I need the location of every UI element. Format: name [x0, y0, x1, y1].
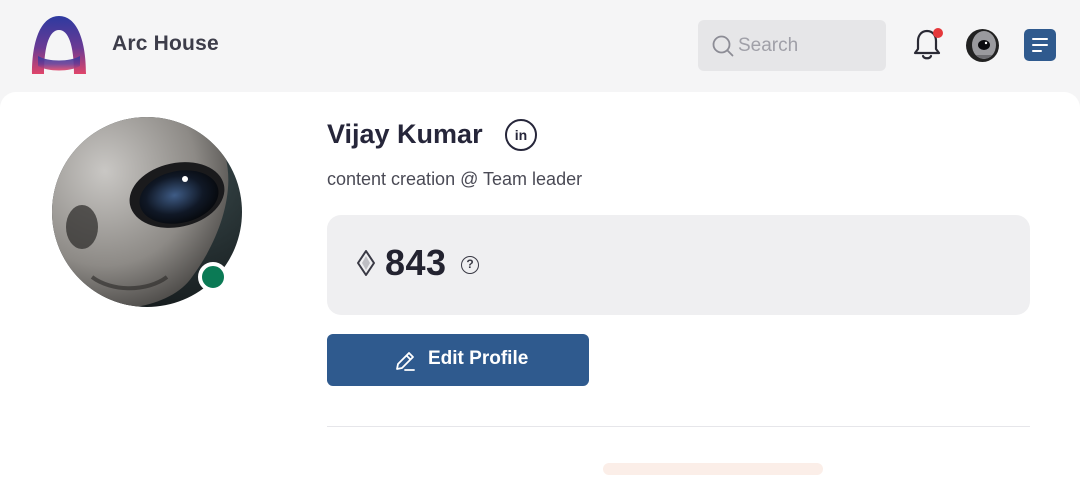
edit-profile-button[interactable]: Edit Profile	[327, 334, 589, 386]
edit-profile-label: Edit Profile	[428, 348, 529, 369]
points-panel: 843 ?	[327, 215, 1030, 315]
divider	[327, 426, 1030, 427]
help-icon[interactable]: ?	[461, 256, 479, 274]
menu-icon	[1032, 38, 1048, 41]
app-title: Arc House	[112, 32, 219, 55]
arc-logo[interactable]	[28, 14, 90, 76]
points-value: 843	[385, 242, 447, 283]
search-icon	[712, 35, 734, 57]
search-box[interactable]	[698, 20, 886, 71]
user-avatar-small[interactable]	[966, 29, 999, 62]
top-bar: Arc House	[0, 0, 1080, 92]
profile-avatar-wrap	[52, 117, 242, 307]
diamond-icon	[357, 250, 375, 276]
notification-dot	[933, 28, 943, 38]
online-status-dot	[198, 262, 228, 292]
next-section-peek	[603, 463, 823, 475]
user-role: content creation @ Team leader	[327, 169, 583, 189]
linkedin-icon[interactable]: in	[505, 119, 537, 151]
pencil-icon	[396, 352, 415, 371]
search-input[interactable]	[738, 20, 878, 71]
menu-button[interactable]	[1024, 29, 1056, 61]
user-name: Vijay Kumar	[327, 119, 483, 149]
